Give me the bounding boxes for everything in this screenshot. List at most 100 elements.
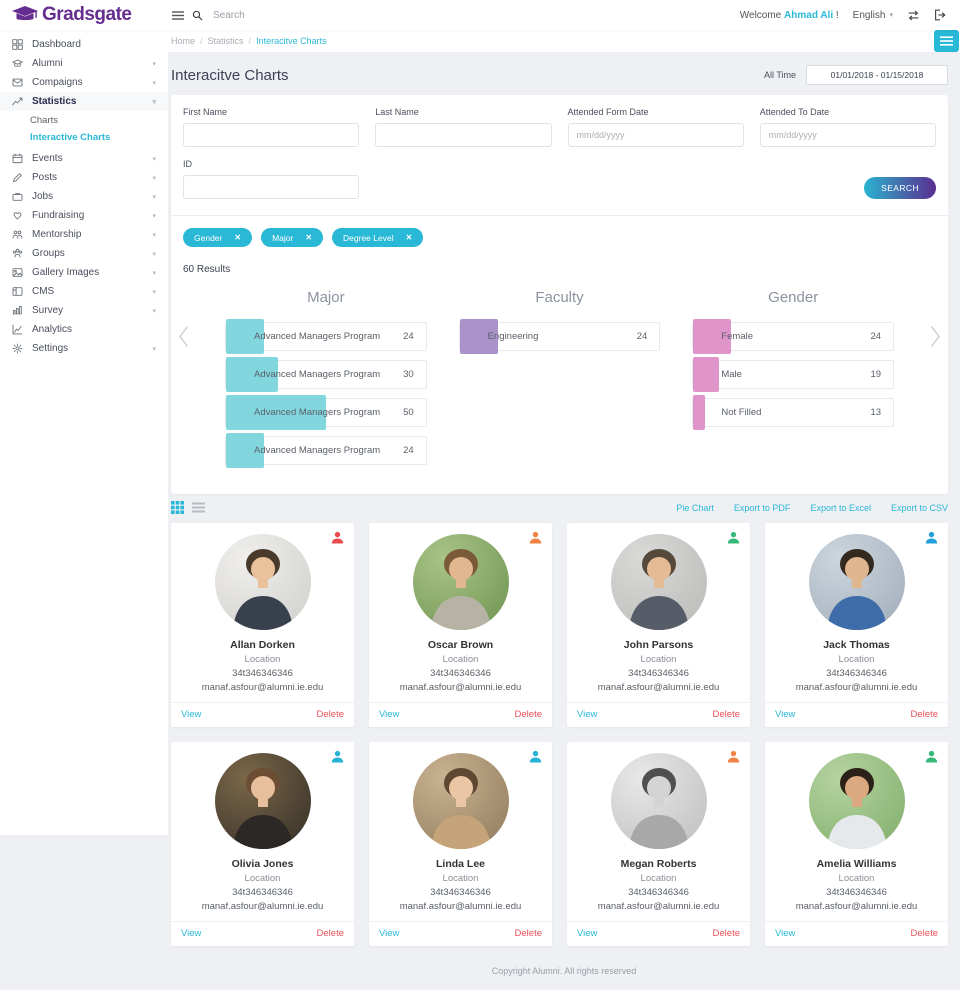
bar-row[interactable]: Advanced Managers Program 30 [225,357,427,392]
card-actions: View Delete [567,921,750,946]
breadcrumb-item[interactable]: Interacitve Charts [256,36,327,46]
bar-row[interactable]: Advanced Managers Program 24 [225,319,427,354]
bar-row[interactable]: Advanced Managers Program 24 [225,433,427,468]
sidebar-item-cms[interactable]: CMS ▾ [0,282,168,301]
welcome-text: Welcome Ahmad Ali ! [739,9,839,21]
id-input[interactable] [183,175,360,199]
switch-account-icon[interactable] [907,10,920,21]
carousel-prev-chevron-icon[interactable] [178,325,189,352]
view-link[interactable]: View [577,928,597,939]
carousel-next-chevron-icon[interactable] [930,325,941,352]
panel-menu-button[interactable] [934,30,959,52]
sidebar-toggle-hamburger-icon[interactable] [172,10,184,20]
logout-icon[interactable] [934,9,946,21]
avatar [610,753,707,849]
filter-chip-major[interactable]: Major ✕ [261,228,324,247]
sidebar-item-events[interactable]: Events ▾ [0,149,168,168]
chevron-down-icon: ▾ [889,12,893,19]
chevron-down-icon: ▾ [152,269,156,277]
delete-link[interactable]: Delete [515,709,542,720]
view-link[interactable]: View [577,709,597,720]
view-link[interactable]: View [181,709,201,720]
brand-logo[interactable]: Gradsgate [0,4,168,26]
sidebar-item-label: Survey [32,305,64,316]
sidebar-item-survey[interactable]: Survey ▾ [0,301,168,320]
sidebar-item-analytics[interactable]: Analytics [0,320,168,339]
bar-row[interactable]: Not Filled 13 [692,395,895,430]
delete-link[interactable]: Delete [317,928,344,939]
delete-link[interactable]: Delete [911,709,938,720]
sidebar-item-fundraising[interactable]: Fundraising ▾ [0,206,168,225]
last-name-input[interactable] [375,123,552,147]
member-status-person-icon [727,750,740,763]
delete-link[interactable]: Delete [911,928,938,939]
delete-link[interactable]: Delete [713,928,740,939]
bar-row[interactable]: Advanced Managers Program 50 [225,395,427,430]
card-name: Olivia Jones [231,858,294,870]
export-to-pdf-link[interactable]: Export to PDF [734,503,791,513]
delete-link[interactable]: Delete [317,709,344,720]
sidebar-item-alumni[interactable]: Alumni ▾ [0,54,168,73]
card-email: manaf.asfour@alumni.ie.edu [201,901,324,912]
view-link[interactable]: View [181,928,201,939]
time-filter-label: All Time [763,70,796,80]
pie-chart-link[interactable]: Pie Chart [676,503,714,513]
chevron-down-icon: ▾ [152,212,156,220]
last-name-label: Last Name [375,107,419,117]
filter-chip-gender[interactable]: Gender ✕ [183,228,253,247]
sidebar-item-compaigns[interactable]: Compaigns ▾ [0,73,168,92]
chip-remove-icon[interactable]: ✕ [305,233,312,242]
sidebar-subitem-charts[interactable]: Charts [0,112,168,129]
chip-remove-icon[interactable]: ✕ [234,233,241,242]
search-input[interactable] [211,8,361,22]
sidebar-item-label: Analytics [32,324,73,335]
main-content: Home / Statistics / Interacitve Charts Inter… [168,30,960,990]
sidebar-item-groups[interactable]: Groups ▾ [0,244,168,263]
card-name: Amelia Williams [816,858,897,870]
analytics-icon [12,324,24,335]
view-link[interactable]: View [775,709,795,720]
chart-gender: Gender Female 24 Male 19 Not Filled 13 [692,279,895,474]
export-to-csv-link[interactable]: Export to CSV [891,503,948,513]
grid-view-icon[interactable] [171,501,184,514]
bar-row[interactable]: Engineering 24 [458,319,661,354]
view-link[interactable]: View [379,928,399,939]
sidebar-item-gallery-images[interactable]: Gallery Images ▾ [0,263,168,282]
search-icon[interactable] [192,10,203,21]
sidebar-item-mentorship[interactable]: Mentorship ▾ [0,225,168,244]
user-name-link[interactable]: Ahmad Ali [784,10,833,21]
attended-to-date-input[interactable] [759,123,936,147]
attended-from-date-input[interactable] [567,123,744,147]
sidebar-subitem-interactive-charts[interactable]: Interactive Charts [0,129,168,146]
bar-row[interactable]: Female 24 [692,319,895,354]
bar-row[interactable]: Male 19 [692,357,895,392]
card-location: Location [244,654,281,665]
delete-link[interactable]: Delete [713,709,740,720]
view-link[interactable]: View [775,928,795,939]
date-range-input[interactable] [806,65,948,85]
sidebar-item-statistics[interactable]: Statistics ▾ [0,92,168,111]
chip-remove-icon[interactable]: ✕ [406,233,413,242]
breadcrumb-item[interactable]: Statistics [208,36,244,46]
alumni-icon [12,58,24,69]
first-name-input[interactable] [183,123,360,147]
bar-value: 24 [870,331,882,342]
export-to-excel-link[interactable]: Export to Excel [810,503,871,513]
breadcrumb-separator: / [248,36,252,46]
sidebar-item-jobs[interactable]: Jobs ▾ [0,187,168,206]
attended-to-date-label: Attended To Date [759,107,830,117]
card-name: Oscar Brown [427,639,494,651]
search-button[interactable]: SEARCH [864,177,936,199]
sidebar-item-settings[interactable]: Settings ▾ [0,339,168,358]
sidebar-item-dashboard[interactable]: Dashboard [0,35,168,54]
language-selector[interactable]: English ▾ [853,10,893,21]
delete-link[interactable]: Delete [515,928,542,939]
breadcrumb-item[interactable]: Home [171,36,195,46]
view-link[interactable]: View [379,709,399,720]
profile-card: Jack Thomas Location 34t346346346 manaf.asf… [765,523,948,727]
card-actions: View Delete [567,702,750,727]
list-view-icon[interactable] [192,501,205,514]
profile-card: Allan Dorken Location 34t346346346 manaf.as… [171,523,354,727]
sidebar-item-posts[interactable]: Posts ▾ [0,168,168,187]
filter-chip-degree-level[interactable]: Degree Level ✕ [332,228,424,247]
